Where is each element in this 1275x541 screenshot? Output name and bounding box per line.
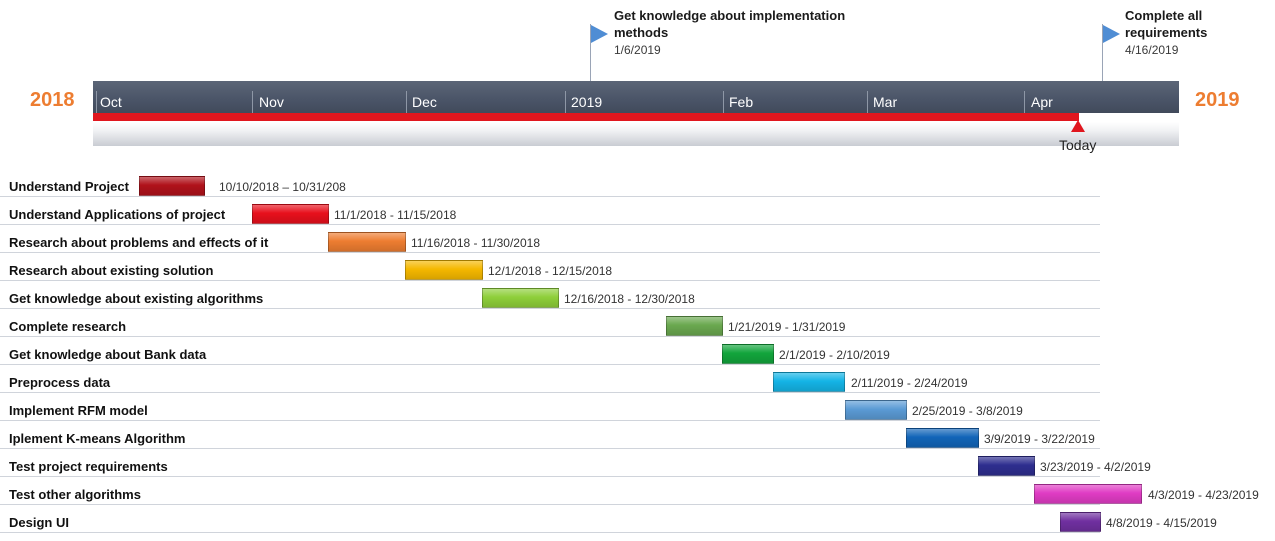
task-bar (666, 316, 723, 336)
task-label: Complete research (9, 319, 127, 334)
task-bar (906, 428, 979, 448)
task-bar (405, 260, 483, 280)
task-gridline (0, 364, 1100, 365)
month-tick (252, 91, 253, 113)
task-date-range: 12/1/2018 - 12/15/2018 (488, 264, 613, 278)
task-bar (139, 176, 205, 196)
milestone-title: requirements (1125, 25, 1208, 40)
task-gridline (0, 392, 1100, 393)
task-date-range: 11/16/2018 - 11/30/2018 (411, 236, 540, 250)
month-tick (96, 91, 97, 113)
milestone-flag-icon (591, 25, 608, 43)
task-label: Implement RFM model (9, 403, 148, 418)
milestone-title: methods (614, 25, 669, 40)
task-date-range: 10/10/2018 – 10/31/208 (219, 180, 346, 194)
timeline-band (93, 81, 1179, 113)
task-date-range: 4/3/2019 - 4/23/2019 (1148, 488, 1259, 502)
month-tick (565, 91, 566, 113)
task-label: Test project requirements (9, 459, 168, 474)
task-date-range: 1/21/2019 - 1/31/2019 (728, 320, 846, 334)
month-tick (723, 91, 724, 113)
task-bar (1034, 484, 1142, 504)
task-date-range: 2/1/2019 - 2/10/2019 (779, 348, 890, 362)
task-gridline (0, 504, 1100, 505)
task-label: Test other algorithms (9, 487, 141, 502)
month-label: Feb (729, 94, 754, 110)
month-label: Nov (259, 94, 284, 110)
task-gridline (0, 476, 1100, 477)
month-label: Oct (100, 94, 122, 110)
task-date-range: 2/25/2019 - 3/8/2019 (912, 404, 1023, 418)
task-gridline (0, 420, 1100, 421)
month-label: Apr (1031, 94, 1053, 110)
task-bar (845, 400, 907, 420)
month-tick (1024, 91, 1025, 113)
month-label: Mar (873, 94, 898, 110)
task-gridline (0, 308, 1100, 309)
milestone-date: 1/6/2019 (614, 43, 661, 57)
task-bar (1060, 512, 1101, 532)
task-date-range: 2/11/2019 - 2/24/2019 (851, 376, 968, 390)
month-tick (406, 91, 407, 113)
year-right-label: 2019 (1195, 89, 1240, 111)
task-gridline (0, 336, 1100, 337)
task-bar (978, 456, 1035, 476)
task-gridline (0, 280, 1100, 281)
milestone-date: 4/16/2019 (1125, 43, 1179, 57)
task-bar (482, 288, 559, 308)
milestone-title: Get knowledge about implementation (614, 8, 846, 23)
task-bar (328, 232, 406, 252)
task-gridline (0, 252, 1100, 253)
task-date-range: 3/23/2019 - 4/2/2019 (1040, 460, 1151, 474)
today-marker-icon (1071, 120, 1085, 132)
task-label: Research about problems and effects of i… (9, 235, 269, 250)
task-label: Understand Applications of project (9, 207, 226, 222)
task-label: Get knowledge about existing algorithms (9, 291, 264, 306)
task-date-range: 11/1/2018 - 11/15/2018 (334, 208, 457, 222)
task-label: Understand Project (9, 179, 129, 194)
task-date-range: 3/9/2019 - 3/22/2019 (984, 432, 1095, 446)
today-progress-line (93, 113, 1079, 121)
timeline-underband (93, 122, 1179, 146)
task-gridline (0, 224, 1100, 225)
month-label: Dec (412, 94, 437, 110)
month-label: 2019 (571, 94, 603, 110)
task-label: Iplement K-means Algorithm (9, 431, 186, 446)
month-tick (867, 91, 868, 113)
today-label: Today (1059, 137, 1097, 153)
milestone-title: Complete all (1125, 8, 1203, 23)
milestone-flag-icon (1103, 25, 1120, 43)
year-left-label: 2018 (30, 89, 75, 111)
task-bar (722, 344, 774, 364)
task-label: Design UI (9, 515, 69, 530)
task-gridline (0, 448, 1100, 449)
task-bar (773, 372, 845, 392)
task-date-range: 12/16/2018 - 12/30/2018 (564, 292, 695, 306)
task-label: Research about existing solution (9, 263, 214, 278)
task-bar (252, 204, 329, 224)
task-gridline (0, 532, 1100, 533)
task-label: Preprocess data (9, 375, 111, 390)
task-label: Get knowledge about Bank data (9, 347, 207, 362)
task-gridline (0, 196, 1100, 197)
task-date-range: 4/8/2019 - 4/15/2019 (1106, 516, 1217, 530)
